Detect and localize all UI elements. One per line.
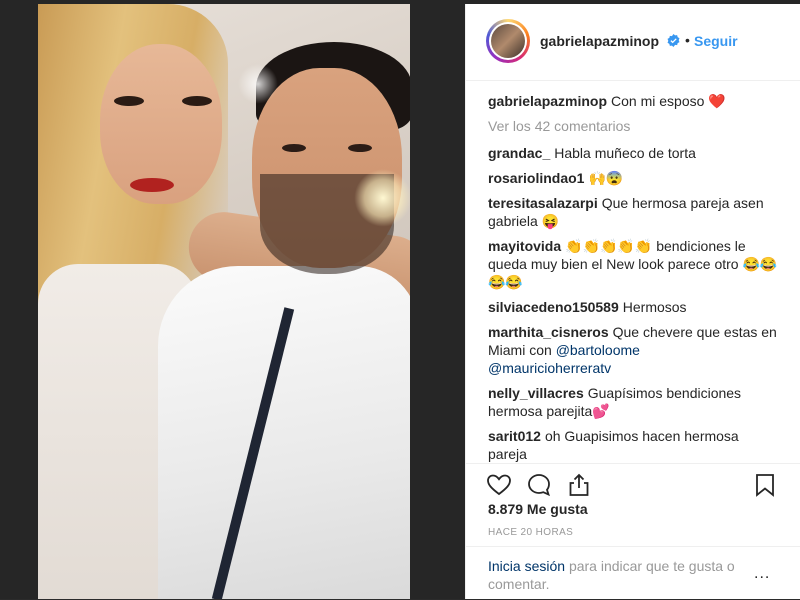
separator-dot: • xyxy=(685,32,690,48)
post-timestamp: HACE 20 HORAS xyxy=(488,527,574,538)
comment-username[interactable]: sarit012 xyxy=(488,428,541,444)
caption-username[interactable]: gabrielapazminop xyxy=(488,93,607,109)
comment-username[interactable]: rosariolindao1 xyxy=(488,170,584,186)
bookmark-icon[interactable] xyxy=(752,472,778,498)
heart-icon[interactable] xyxy=(486,472,512,498)
login-prompt: Inicia sesión para indicar que te gusta … xyxy=(466,546,800,600)
post-header: gabrielapazminop • Seguir xyxy=(466,4,800,81)
comment-username[interactable]: silviacedeno150589 xyxy=(488,299,619,315)
share-icon[interactable] xyxy=(566,472,592,498)
comment-item: marthita_cisneros Que chevere que estas e… xyxy=(488,323,778,377)
header-username[interactable]: gabrielapazminop xyxy=(540,33,659,49)
comment-item: grandac_ Habla muñeco de torta xyxy=(488,144,778,162)
photo-woman-lips xyxy=(130,178,174,192)
photo-woman-eyes xyxy=(104,96,224,110)
comment-item: mayitovida 👏👏👏👏👏 bendiciones le queda muy… xyxy=(488,237,778,291)
photo-bokeh xyxy=(354,169,410,227)
login-prompt-text: Inicia sesión para indicar que te gusta … xyxy=(488,557,748,593)
login-link[interactable]: Inicia sesión xyxy=(488,558,565,574)
view-all-comments-link[interactable]: Ver los 42 comentarios xyxy=(488,117,778,135)
comment-username[interactable]: teresitasalazarpi xyxy=(488,195,598,211)
comment-text: 🙌😨 xyxy=(588,170,624,186)
comment-text: Hermosos xyxy=(622,299,687,315)
comment-icon[interactable] xyxy=(526,472,552,498)
action-bar xyxy=(466,463,800,498)
comment-item: nelly_villacres Guapísimos bendiciones he… xyxy=(488,384,778,420)
more-options-button[interactable]: ... xyxy=(754,565,770,583)
post-photo[interactable] xyxy=(38,4,410,599)
follow-button[interactable]: Seguir xyxy=(694,33,738,49)
comment-username[interactable]: grandac_ xyxy=(488,145,550,161)
comment-item: sarit012 oh Guapisimos hacen hermosa pare… xyxy=(488,427,778,463)
comment-item: rosariolindao1 🙌😨 xyxy=(488,169,778,187)
comment-text: Habla muñeco de torta xyxy=(554,145,696,161)
caption-text: Con mi esposo ❤️ xyxy=(611,93,726,109)
comment-item: teresitasalazarpi Que hermosa pareja asen… xyxy=(488,194,778,230)
likes-count[interactable]: 8.879 Me gusta xyxy=(488,501,588,517)
comment-mention[interactable]: @mauricioherreratv xyxy=(488,360,611,376)
photo-bokeh xyxy=(238,64,278,104)
comment-username[interactable]: nelly_villacres xyxy=(488,385,584,401)
caption: gabrielapazminop Con mi esposo ❤️ xyxy=(488,92,778,110)
comment-username[interactable]: mayitovida xyxy=(488,238,561,254)
comment-mention[interactable]: @bartoloome xyxy=(556,342,640,358)
photo-man-eyes xyxy=(282,144,382,154)
post-side-panel: gabrielapazminop • Seguir gabrielapazmin… xyxy=(465,4,800,599)
comment-username[interactable]: marthita_cisneros xyxy=(488,324,609,340)
comment-item: silviacedeno150589 Hermosos xyxy=(488,298,778,316)
comments-list: gabrielapazminop Con mi esposo ❤️ Ver los… xyxy=(488,92,778,470)
avatar[interactable] xyxy=(486,19,530,63)
verified-badge-icon xyxy=(667,34,680,47)
